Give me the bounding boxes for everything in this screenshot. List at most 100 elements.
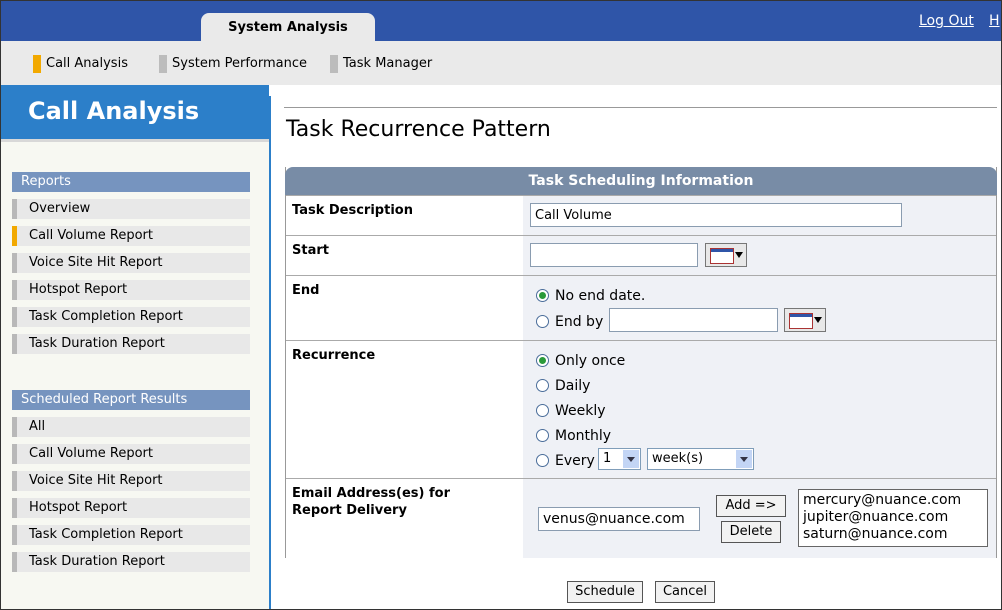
item-marker — [12, 417, 17, 437]
sidebar-item-label: Hotspot Report — [29, 282, 128, 297]
sidebar-item-label: All — [29, 419, 46, 434]
start-calendar-icon[interactable] — [705, 243, 747, 267]
end-label: End — [292, 283, 320, 298]
recurrence-every-label: Every — [555, 453, 595, 469]
subnav-task-manager[interactable]: Task Manager — [330, 55, 432, 73]
sidebar-item-scheduled-hotspot[interactable]: Hotspot Report — [12, 498, 250, 518]
end-by-radio[interactable] — [536, 315, 549, 328]
sidebar: Call Analysis Reports Overview Call Volu… — [1, 85, 269, 609]
row-recurrence: Recurrence — [286, 340, 996, 479]
start-date-input[interactable] — [530, 243, 698, 267]
subnav-label: Task Manager — [343, 56, 433, 71]
every-count-select[interactable]: 1 — [598, 448, 641, 470]
no-end-date-radio[interactable] — [536, 289, 549, 302]
item-marker — [12, 280, 17, 300]
end-by-label: End by — [555, 314, 604, 330]
item-marker — [12, 525, 17, 545]
subnav-label: System Performance — [172, 56, 307, 71]
email-label-line2: Report Delivery — [292, 503, 407, 518]
top-bar: System Analysis Log Out H — [1, 1, 1001, 41]
chevron-down-icon — [623, 450, 639, 468]
row-label-cell: Recurrence — [286, 341, 523, 479]
sidebar-item-scheduled-task-duration[interactable]: Task Duration Report — [12, 552, 250, 572]
recurrence-monthly-radio[interactable] — [536, 429, 549, 442]
title-rule — [284, 107, 997, 108]
item-marker — [12, 334, 17, 354]
recurrence-label: Recurrence — [292, 348, 376, 363]
email-input[interactable] — [538, 507, 700, 531]
row-label-cell: Email Address(es) for Report Delivery — [286, 479, 523, 558]
sidebar-item-label: Task Completion Report — [29, 309, 183, 324]
email-list[interactable]: mercury@nuance.com jupiter@nuance.com sa… — [798, 489, 988, 547]
schedule-button[interactable]: Schedule — [567, 581, 643, 603]
sidebar-item-label: Voice Site Hit Report — [29, 255, 163, 270]
sidebar-item-label: Voice Site Hit Report — [29, 473, 163, 488]
subnav-label: Call Analysis — [46, 56, 128, 71]
sub-navigation: Call Analysis System Performance Task Ma… — [1, 41, 1001, 85]
subnav-call-analysis[interactable]: Call Analysis — [33, 55, 128, 73]
task-description-label: Task Description — [292, 203, 413, 218]
row-label-cell: Start — [286, 236, 523, 276]
row-label-cell: Task Description — [286, 196, 523, 236]
list-item[interactable]: jupiter@nuance.com — [803, 509, 948, 525]
content-border — [269, 96, 271, 609]
item-marker — [12, 307, 17, 327]
sidebar-item-scheduled-voice-site-hit[interactable]: Voice Site Hit Report — [12, 471, 250, 491]
sidebar-item-label: Overview — [29, 201, 91, 216]
help-link[interactable]: H — [989, 13, 1000, 29]
end-calendar-icon[interactable] — [784, 308, 826, 332]
row-label-cell: End — [286, 276, 523, 341]
recurrence-monthly-label: Monthly — [555, 428, 612, 444]
sidebar-item-task-duration-report[interactable]: Task Duration Report — [12, 334, 250, 354]
sidebar-item-scheduled-task-completion[interactable]: Task Completion Report — [12, 525, 250, 545]
item-marker — [12, 552, 17, 572]
recurrence-daily-radio[interactable] — [536, 379, 549, 392]
recurrence-every-radio[interactable] — [536, 454, 549, 467]
sidebar-item-task-completion-report[interactable]: Task Completion Report — [12, 307, 250, 327]
add-email-button[interactable]: Add => — [716, 495, 786, 517]
item-marker — [12, 199, 17, 219]
item-marker — [12, 253, 17, 273]
task-description-input[interactable] — [530, 203, 902, 227]
scheduled-section-header: Scheduled Report Results — [12, 390, 250, 410]
no-end-date-label: No end date. — [555, 288, 646, 304]
sidebar-title: Call Analysis — [28, 97, 200, 125]
inactive-marker — [330, 55, 338, 73]
start-label: Start — [292, 243, 329, 258]
select-value: 1 — [603, 451, 612, 466]
sidebar-item-hotspot-report[interactable]: Hotspot Report — [12, 280, 250, 300]
tab-system-analysis[interactable]: System Analysis — [201, 13, 375, 41]
logout-link[interactable]: Log Out — [919, 13, 974, 29]
divider — [1, 139, 269, 142]
recurrence-weekly-label: Weekly — [555, 403, 606, 419]
recurrence-weekly-radio[interactable] — [536, 404, 549, 417]
sidebar-item-call-volume-report[interactable]: Call Volume Report — [12, 226, 250, 246]
item-marker — [12, 444, 17, 464]
panel-header: Task Scheduling Information — [285, 167, 997, 195]
sidebar-item-scheduled-call-volume[interactable]: Call Volume Report — [12, 444, 250, 464]
email-label-line1: Email Address(es) for — [292, 486, 450, 501]
sidebar-item-all[interactable]: All — [12, 417, 250, 437]
sidebar-item-label: Task Completion Report — [29, 527, 183, 542]
recurrence-only-once-label: Only once — [555, 353, 626, 369]
select-value: week(s) — [652, 451, 704, 466]
every-unit-select[interactable]: week(s) — [647, 448, 754, 470]
inactive-marker — [159, 55, 167, 73]
delete-email-button[interactable]: Delete — [721, 521, 781, 543]
recurrence-only-once-radio[interactable] — [536, 354, 549, 367]
app-window: System Analysis Log Out H Call Analysis … — [0, 0, 1002, 610]
list-item[interactable]: saturn@nuance.com — [803, 526, 947, 542]
item-marker — [12, 498, 17, 518]
sidebar-item-overview[interactable]: Overview — [12, 199, 250, 219]
sidebar-item-label: Task Duration Report — [29, 336, 165, 351]
active-marker — [33, 55, 41, 73]
sidebar-item-voice-site-hit-report[interactable]: Voice Site Hit Report — [12, 253, 250, 273]
sidebar-item-label: Task Duration Report — [29, 554, 165, 569]
recurrence-daily-label: Daily — [555, 378, 591, 394]
end-date-input[interactable] — [609, 308, 778, 332]
item-marker — [12, 471, 17, 491]
sidebar-item-label: Hotspot Report — [29, 500, 128, 515]
cancel-button[interactable]: Cancel — [655, 581, 715, 603]
subnav-system-performance[interactable]: System Performance — [159, 55, 307, 73]
list-item[interactable]: mercury@nuance.com — [803, 492, 961, 508]
